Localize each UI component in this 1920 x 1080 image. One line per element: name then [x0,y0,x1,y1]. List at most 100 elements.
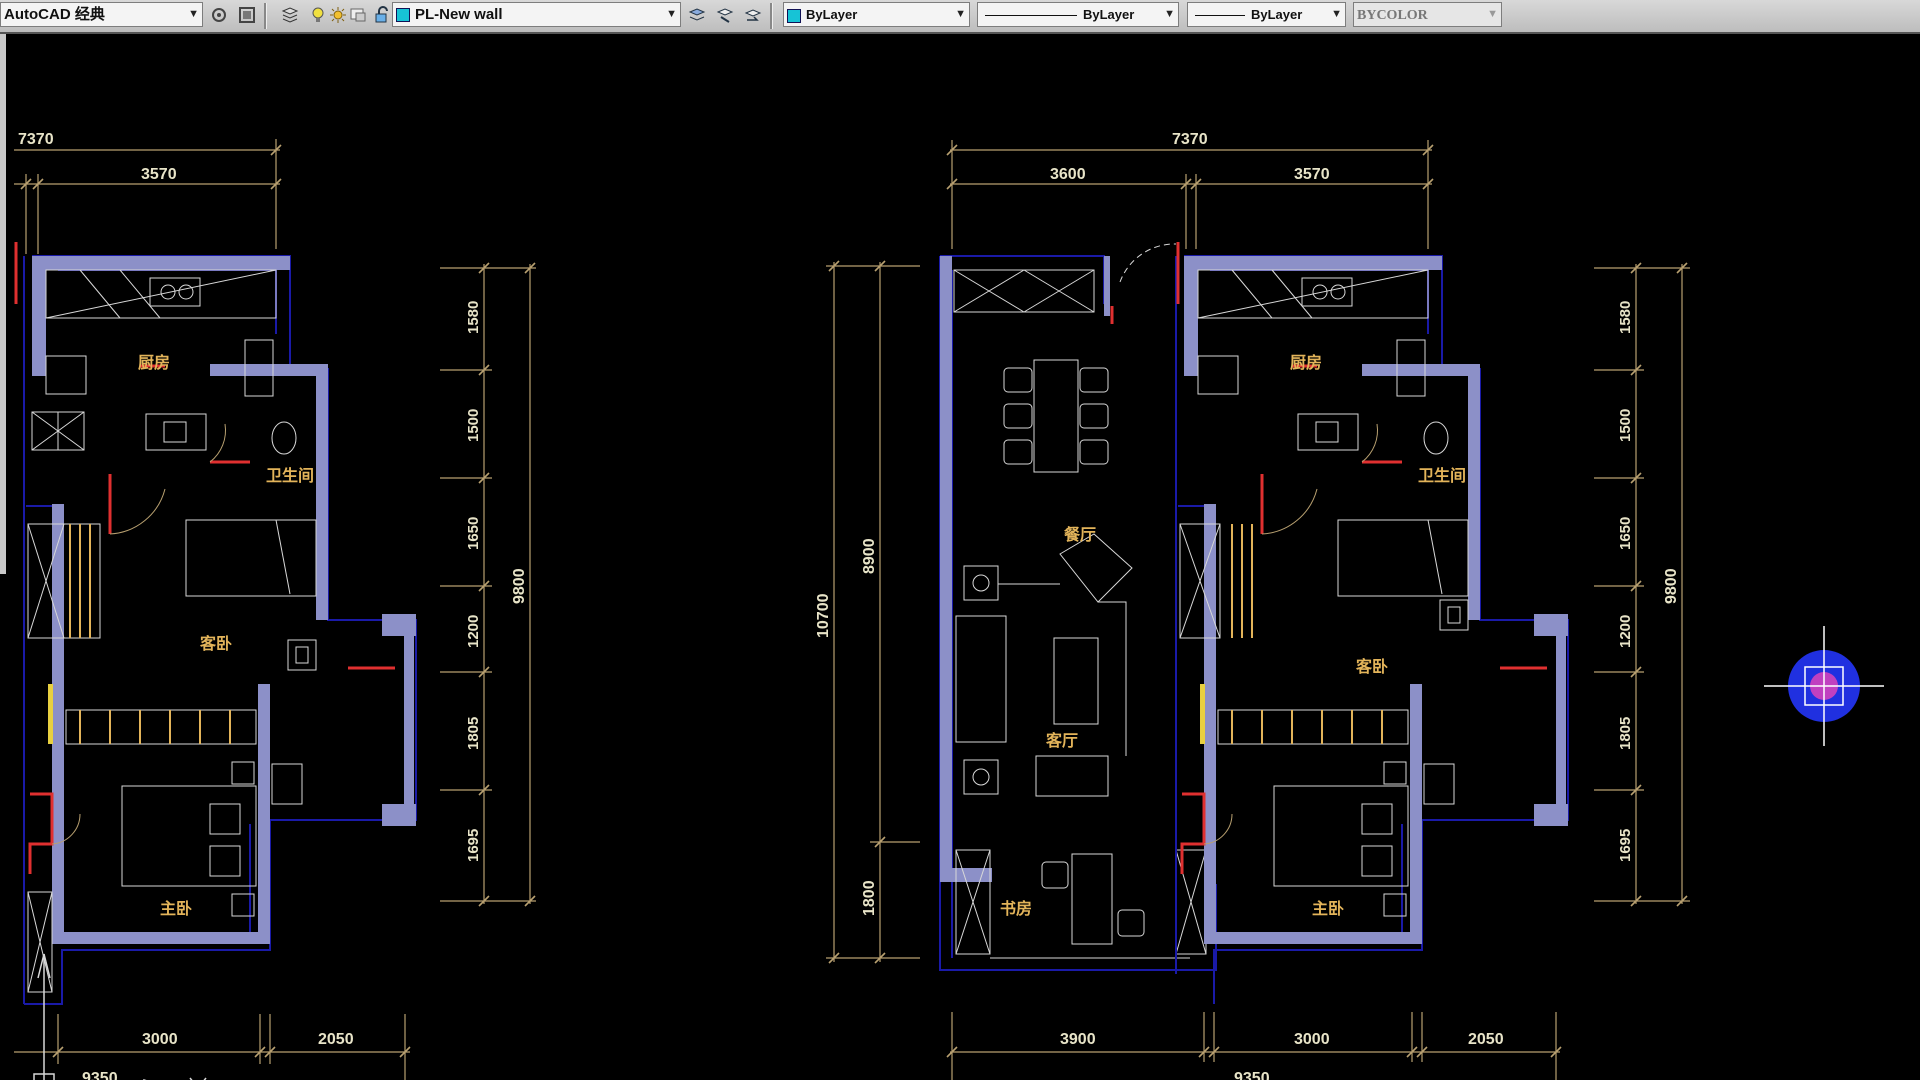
linetype-preview [985,15,1077,17]
door-marks-left [14,242,395,874]
dim-top-total-left: 7370 [18,131,54,148]
dim-bottom-1-left: 3000 [142,1031,178,1048]
dim-right-6-left: 1695 [465,829,482,862]
dim-top-b-right: 3570 [1294,166,1330,183]
toolbar-separator [770,3,773,29]
layers-icon [281,7,299,23]
dim-right-total-left: 9800 [511,568,528,604]
color-swatch [787,8,801,23]
layer-color-swatch [396,8,410,23]
layer-viewport-toggle[interactable] [347,4,369,26]
dim-right-3-right: 1650 [1617,517,1634,550]
layer-value: PL-New wall [415,6,503,23]
color-value: ByLayer [806,7,858,22]
toolbar-separator [264,3,267,29]
dim-right-2-left: 1500 [465,409,482,442]
dim-bottom-1-right: 3900 [1060,1031,1096,1048]
dim-bottom-total-left: 9350 [82,1070,118,1080]
bedroom-furniture-left [27,519,317,993]
make-current-layer-button[interactable] [686,4,708,26]
properties-toolbar: AutoCAD 经典 ▼ PL-New wall ▼ ByLayer ▼ ByL… [0,0,1920,34]
dim-right-1-right: 1580 [1617,301,1634,334]
room-bedroom-left: 客卧 [200,634,232,653]
floor-plan-left: 7370 3570 1580 1500 1650 1200 1805 1695 … [14,131,536,1080]
chevron-down-icon: ▼ [188,8,199,20]
room-bath-left: 卫生间 [266,466,314,485]
dim-right-3-left: 1650 [465,517,482,550]
viewport-icon [350,8,366,22]
floor-plan-right: 7370 3600 3570 10700 8900 1800 1580 1500… [815,131,1690,1080]
room-living-right: 客厅 [1046,731,1078,750]
room-dining-right: 餐厅 [1063,525,1096,544]
room-bedroom-right: 客卧 [1356,657,1388,676]
chevron-down-icon: ▼ [1164,8,1175,20]
dim-top-total-right: 7370 [1172,131,1208,148]
vertical-scrollbar[interactable] [0,34,6,574]
room-master-left: 主卧 [160,899,192,918]
workspace-settings-button[interactable] [208,4,230,26]
layer-manager-button[interactable] [279,4,301,26]
dim-bottom-2-left: 2050 [318,1031,354,1048]
linetype-dropdown[interactable]: ByLayer ▼ [977,2,1179,27]
room-bath-right: 卫生间 [1418,466,1466,485]
sun-icon [330,7,346,23]
dimension-top-right [950,140,1432,249]
linetype-value: ByLayer [1083,7,1135,22]
layer-previous-button[interactable] [742,4,764,26]
chevron-down-icon: ▼ [666,8,677,20]
unlock-icon [375,6,388,23]
room-kitchen-right: 厨房 [1290,353,1322,372]
ucs-icon [33,953,207,1080]
dim-bottom-3-right: 2050 [1468,1031,1504,1048]
dim-bottom-2-right: 3000 [1294,1031,1330,1048]
entry-door-swing [1119,243,1177,283]
dim-left-b-right: 1800 [861,880,878,916]
customize-button[interactable] [236,4,258,26]
lineweight-value: ByLayer [1251,7,1303,22]
dim-left-total-right: 10700 [815,593,832,638]
crosshair-cursor [1764,626,1884,746]
chevron-down-icon: ▼ [1487,8,1498,20]
layer-freeze-toggle[interactable] [327,4,349,26]
layer-lock-toggle[interactable] [371,4,393,26]
window-icon [239,7,255,23]
layer-previous-icon [744,9,762,21]
dim-right-5-left: 1805 [465,717,482,750]
dim-right-1-left: 1580 [465,301,482,334]
layer-on-toggle[interactable] [307,4,329,26]
drawing-canvas[interactable]: 7370 3570 1580 1500 1650 1200 1805 1695 … [0,34,1920,1080]
dim-top-a-right: 3600 [1050,166,1086,183]
layer-match-icon [716,8,734,23]
color-dropdown[interactable]: ByLayer ▼ [783,2,970,27]
lineweight-dropdown[interactable]: ByLayer ▼ [1187,2,1346,27]
workspace-value: AutoCAD 经典 [4,6,105,23]
plotstyle-value: BYCOLOR [1357,8,1428,23]
layer-current-icon [688,8,706,21]
dim-bottom-total-right: 9350 [1234,1070,1270,1080]
dim-right-2-right: 1500 [1617,409,1634,442]
plotstyle-dropdown[interactable]: BYCOLOR ▼ [1353,2,1502,27]
dim-top-sub-left: 3570 [141,166,177,183]
dim-right-4-right: 1200 [1617,615,1634,648]
living-furniture-right [953,269,1207,959]
chevron-down-icon: ▼ [955,8,966,20]
lineweight-preview [1195,15,1245,17]
workspace-dropdown[interactable]: AutoCAD 经典 ▼ [0,2,203,27]
dim-right-4-left: 1200 [465,615,482,648]
room-study-right: 书房 [1000,899,1032,918]
layer-match-button[interactable] [714,4,736,26]
layer-dropdown[interactable]: PL-New wall ▼ [392,2,681,27]
chevron-down-icon: ▼ [1331,8,1342,20]
room-kitchen-left: 厨房 [138,353,170,372]
dim-right-6-right: 1695 [1617,829,1634,862]
window-mark-left [48,684,53,744]
lightbulb-icon [312,7,324,22]
dim-right-total-right: 9800 [1663,568,1680,604]
dim-left-a-right: 8900 [861,538,878,574]
unit-right [1175,242,1569,1004]
room-master-right: 主卧 [1312,899,1344,918]
dim-right-5-right: 1805 [1617,717,1634,750]
gear-icon [212,8,226,22]
dimension-left-right [826,262,920,962]
wall-fill-living-right [940,256,1110,882]
